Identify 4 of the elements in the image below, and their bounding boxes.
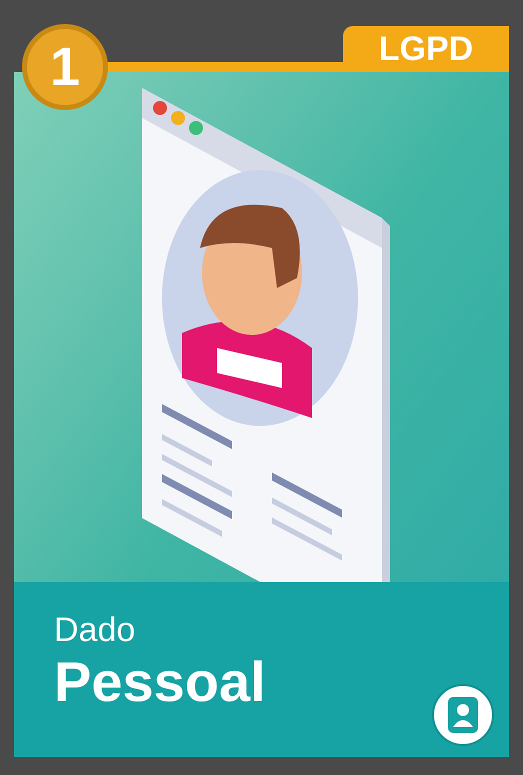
card-subtitle: Dado — [54, 613, 136, 647]
number-badge: 1 — [22, 24, 108, 110]
person-icon — [431, 683, 495, 747]
card-title: Pessoal — [54, 649, 266, 715]
